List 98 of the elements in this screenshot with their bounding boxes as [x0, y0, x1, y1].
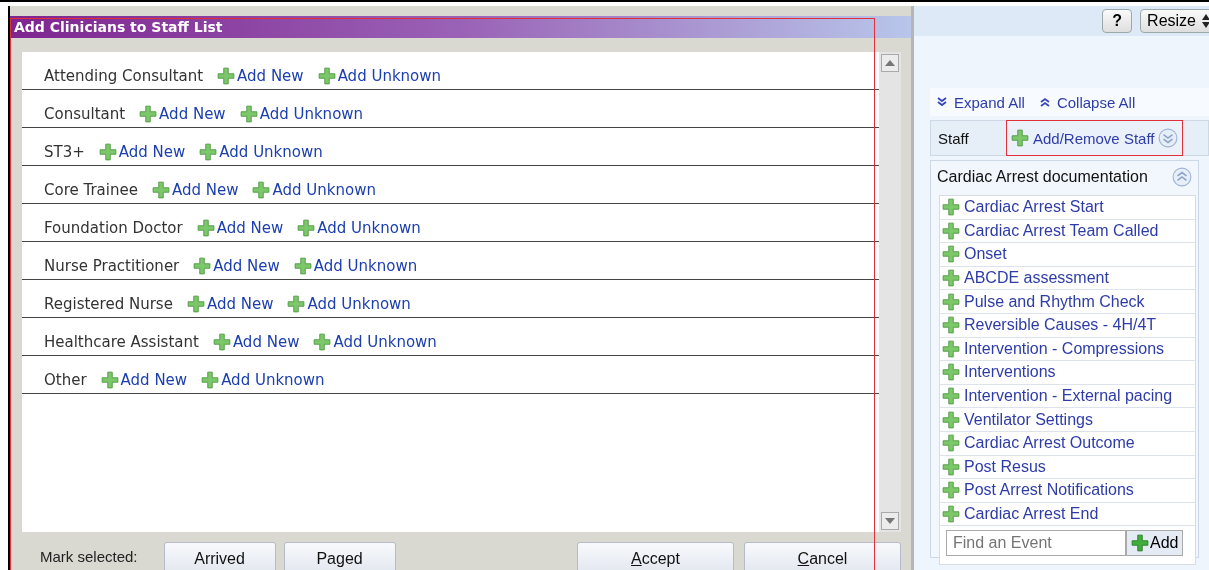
add-link[interactable]: Add New: [193, 257, 280, 275]
plus-icon: [186, 295, 205, 313]
add-link[interactable]: Add Unknown: [239, 105, 364, 123]
section-title: Cardiac Arrest documentation: [937, 168, 1148, 186]
plus-icon: [252, 181, 271, 199]
plus-icon: [942, 245, 960, 264]
role-label: Registered Nurse: [44, 295, 173, 313]
plus-icon: [293, 257, 312, 275]
plus-icon: [942, 363, 960, 382]
dialog-button[interactable]: Cancel: [744, 542, 901, 570]
plus-icon: [942, 221, 960, 240]
dialog-button[interactable]: Accept: [577, 542, 734, 570]
add-link[interactable]: Add Unknown: [252, 181, 376, 199]
up-down-arrow-icon: [1202, 14, 1209, 28]
plus-icon: [942, 316, 960, 335]
event-item[interactable]: Intervention - External pacing: [940, 384, 1195, 409]
scrollbar[interactable]: [879, 52, 901, 532]
plus-icon: [199, 143, 218, 161]
event-item[interactable]: ABCDE assessment: [940, 266, 1195, 291]
add-link[interactable]: Add New: [196, 219, 284, 237]
add-link[interactable]: Add New: [100, 371, 188, 389]
plus-icon: [193, 257, 212, 275]
event-item[interactable]: Onset: [940, 243, 1195, 267]
dialog-title: Add Clinicians to Staff List: [10, 16, 911, 38]
chevron-down-icon: [936, 96, 948, 108]
expand-all-link[interactable]: Expand All: [936, 93, 1025, 111]
plus-icon: [942, 269, 960, 288]
add-button[interactable]: Add: [1126, 530, 1184, 557]
event-item[interactable]: Cardiac Arrest Start: [940, 196, 1195, 220]
event-item[interactable]: Pulse and Rhythm Check: [940, 290, 1195, 314]
collapse-all-link[interactable]: Collapse All: [1038, 93, 1136, 111]
add-link[interactable]: Add Unknown: [293, 257, 418, 275]
plus-icon: [942, 339, 960, 358]
event-item[interactable]: Post Arrest Notifications: [940, 479, 1195, 503]
add-remove-staff-button[interactable]: Add/Remove Staff: [1006, 120, 1184, 156]
plus-icon: [942, 198, 960, 217]
plus-icon: [139, 105, 158, 123]
plus-icon: [196, 219, 215, 237]
mark-button[interactable]: Paged: [283, 542, 396, 570]
plus-icon: [942, 410, 960, 429]
event-item[interactable]: Ventilator Settings: [940, 408, 1195, 432]
event-item[interactable]: Cardiac Arrest End: [940, 502, 1195, 527]
event-item[interactable]: Cardiac Arrest Team Called: [940, 219, 1195, 244]
event-item[interactable]: Post Resus: [940, 455, 1195, 480]
add-link[interactable]: Add New: [212, 333, 300, 351]
help-button[interactable]: ?: [1102, 9, 1133, 33]
collapse-icon[interactable]: [1172, 167, 1192, 187]
plus-icon: [98, 143, 117, 161]
add-link[interactable]: Add Unknown: [313, 333, 437, 351]
staff-label: Staff: [938, 129, 970, 147]
plus-icon: [942, 434, 960, 453]
resize-button[interactable]: Resize: [1140, 9, 1209, 33]
event-item[interactable]: Cardiac Arrest Outcome: [940, 431, 1195, 456]
event-item[interactable]: Reversible Causes - 4H/4T: [940, 313, 1195, 338]
role-label: Core Trainee: [44, 181, 138, 199]
role-label: Other: [44, 371, 87, 389]
plus-icon: [297, 219, 316, 237]
role-label: Consultant: [44, 105, 126, 123]
plus-icon: [1011, 129, 1029, 147]
role-label: Healthcare Assistant: [44, 333, 199, 351]
event-item[interactable]: Interventions: [940, 361, 1195, 385]
plus-icon: [217, 67, 236, 85]
add-link[interactable]: Add New: [186, 295, 274, 313]
role-label: Foundation Doctor: [44, 219, 183, 237]
plus-icon: [942, 481, 960, 500]
add-link[interactable]: Add Unknown: [297, 219, 421, 237]
add-link[interactable]: Add Unknown: [201, 371, 325, 389]
add-link[interactable]: Add New: [139, 105, 226, 123]
plus-icon: [201, 371, 220, 389]
role-label: Attending Consultant: [44, 67, 204, 85]
scroll-up-icon[interactable]: [881, 54, 899, 72]
role-label: ST3+: [44, 143, 85, 161]
plus-icon: [287, 295, 306, 313]
mark-selected-label: Mark selected:: [40, 548, 138, 565]
plus-icon: [942, 292, 960, 311]
plus-icon: [317, 67, 336, 85]
chevron-up-icon: [1038, 96, 1051, 108]
plus-icon: [942, 387, 960, 406]
event-item[interactable]: Intervention - Compressions: [940, 337, 1195, 362]
add-link[interactable]: Add Unknown: [199, 143, 323, 161]
plus-icon: [313, 333, 332, 351]
plus-icon: [100, 371, 119, 389]
plus-icon: [239, 105, 258, 123]
plus-icon: [1131, 534, 1149, 553]
plus-icon: [212, 333, 231, 351]
add-link[interactable]: Add Unknown: [287, 295, 411, 313]
plus-icon: [942, 457, 960, 476]
add-link[interactable]: Add Unknown: [317, 67, 442, 85]
plus-icon: [942, 505, 960, 523]
event-search-field[interactable]: Find an Event: [946, 530, 1126, 557]
scroll-down-icon[interactable]: [881, 512, 899, 530]
role-label: Nurse Practitioner: [44, 257, 180, 275]
plus-icon: [151, 181, 170, 199]
add-link[interactable]: Add New: [151, 181, 239, 199]
add-link[interactable]: Add New: [98, 143, 186, 161]
add-link[interactable]: Add New: [217, 67, 304, 85]
expand-icon: [1158, 128, 1179, 148]
mark-button[interactable]: Arrived: [163, 542, 276, 570]
